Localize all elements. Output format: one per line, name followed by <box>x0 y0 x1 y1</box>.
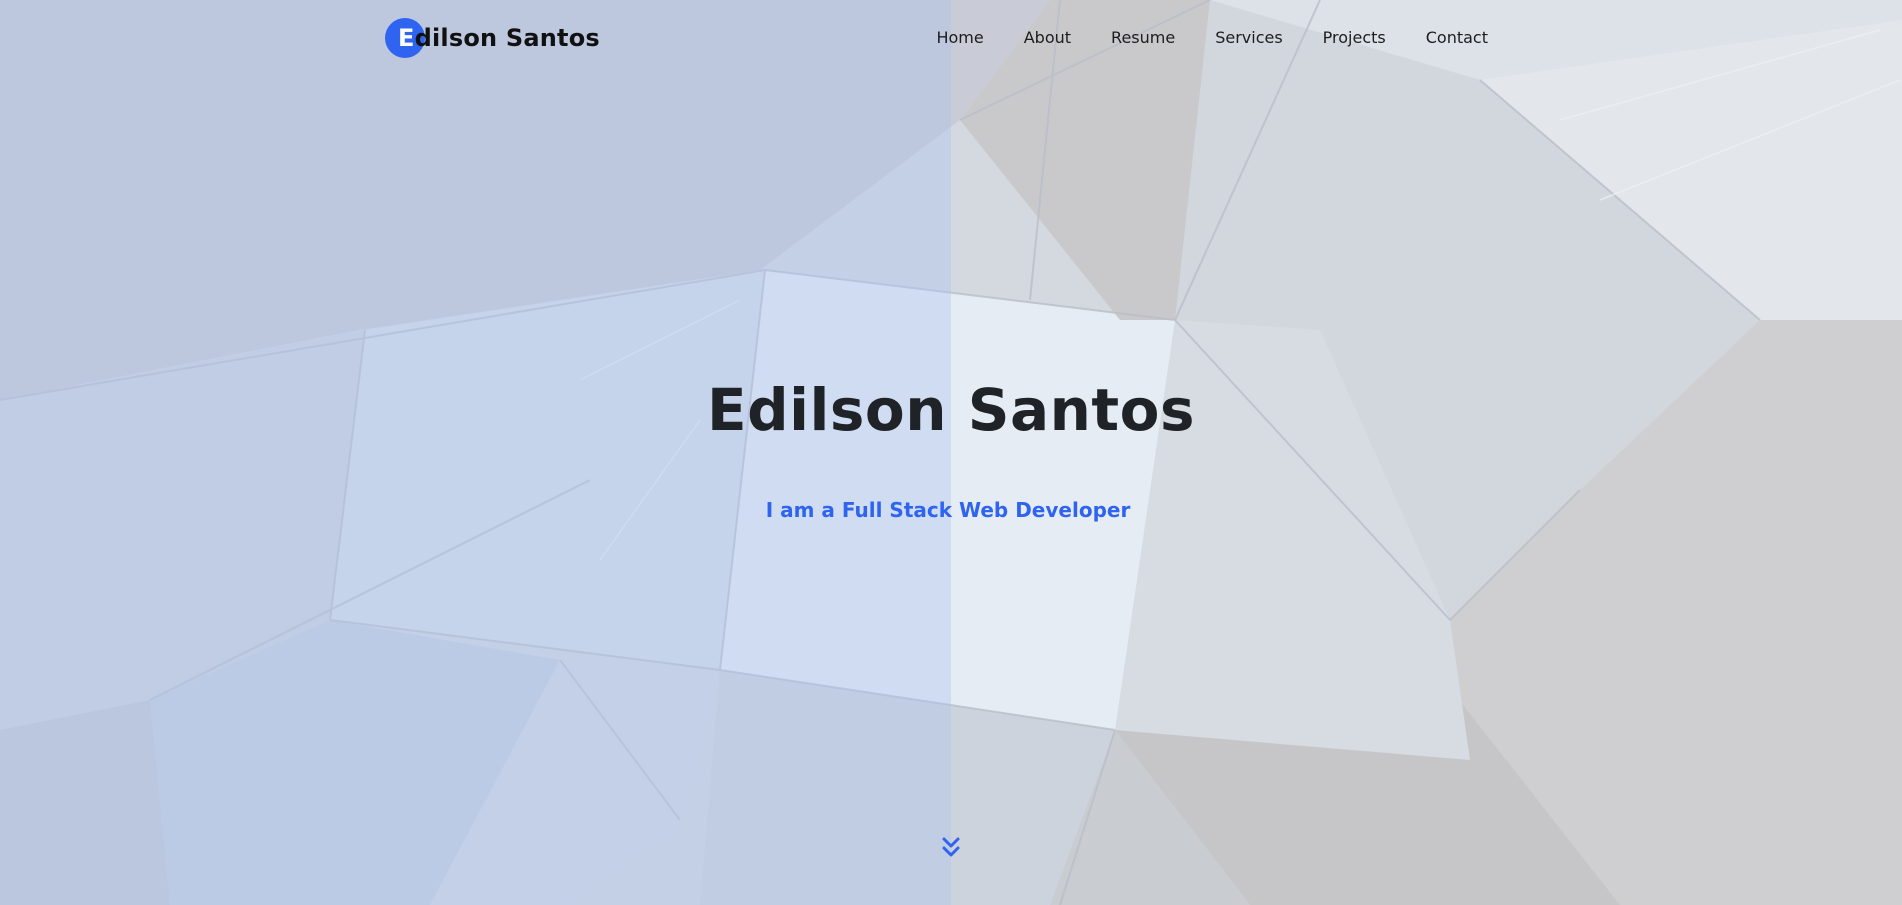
hero-title: Edilson Santos <box>706 376 1196 444</box>
brand-first-letter: E <box>398 24 415 52</box>
nav-resume[interactable]: Resume <box>1091 26 1195 50</box>
nav-projects[interactable]: Projects <box>1303 26 1406 50</box>
nav-about[interactable]: About <box>1004 26 1091 50</box>
brand-rest: dilson Santos <box>414 24 600 52</box>
nav-contact[interactable]: Contact <box>1406 26 1488 50</box>
brand-logo[interactable]: Edilson Santos <box>385 18 600 58</box>
nav-home[interactable]: Home <box>916 26 1003 50</box>
site-header: Edilson Santos Home About Resume Service… <box>0 0 1902 76</box>
nav-services[interactable]: Services <box>1195 26 1302 50</box>
double-chevron-down-icon[interactable] <box>941 836 961 858</box>
blue-overlay <box>0 0 951 905</box>
brand-name: Edilson Santos <box>398 18 600 58</box>
hero-background <box>0 0 1902 905</box>
hero-subtitle: I am a Full Stack Web Developer <box>765 498 1131 522</box>
main-nav: Home About Resume Services Projects Cont… <box>916 26 1488 50</box>
